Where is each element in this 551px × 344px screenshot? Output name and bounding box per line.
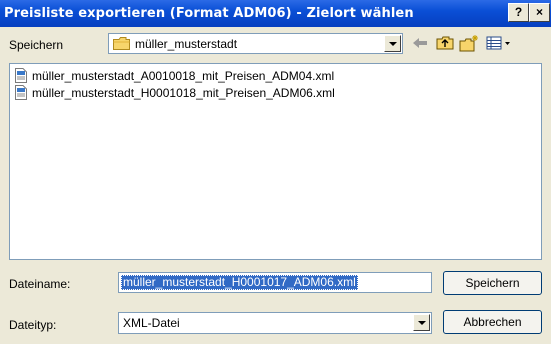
back-arrow-icon[interactable] (409, 33, 431, 53)
view-menu-icon[interactable] (484, 33, 514, 53)
folder-icon (113, 37, 130, 50)
close-button[interactable]: × (529, 3, 550, 22)
chevron-down-icon[interactable] (413, 314, 430, 331)
file-list[interactable]: müller_musterstadt_A0010018_mit_Preisen_… (9, 63, 542, 260)
file-name: müller_musterstadt_A0010018_mit_Preisen_… (32, 69, 335, 83)
save-button[interactable]: Speichern (443, 271, 542, 295)
filetype-label: Dateityp: (9, 318, 57, 332)
xml-file-icon (15, 85, 27, 100)
location-value: müller_musterstadt (135, 37, 238, 51)
xml-file-icon (15, 68, 27, 83)
file-name: müller_musterstadt_H0001018_mit_Preisen_… (32, 86, 335, 100)
filename-value: müller_musterstadt_H0001017_ADM06.xml (121, 275, 358, 290)
up-folder-icon[interactable] (434, 33, 456, 53)
chevron-down-icon[interactable] (384, 35, 401, 52)
filetype-value: XML-Datei (123, 316, 180, 330)
filetype-dropdown[interactable]: XML-Datei (118, 312, 432, 334)
save-in-label: Speichern (9, 38, 64, 52)
title-bar[interactable]: Preisliste exportieren (Format ADM06) - … (0, 0, 551, 27)
help-button[interactable]: ? (508, 3, 529, 22)
filename-label: Dateiname: (9, 277, 71, 291)
new-folder-icon[interactable] (458, 33, 480, 53)
cancel-button[interactable]: Abbrechen (443, 310, 542, 334)
window-title: Preisliste exportieren (Format ADM06) - … (4, 6, 414, 21)
filename-input[interactable]: müller_musterstadt_H0001017_ADM06.xml (118, 272, 432, 293)
location-dropdown[interactable]: müller_musterstadt (108, 33, 403, 54)
